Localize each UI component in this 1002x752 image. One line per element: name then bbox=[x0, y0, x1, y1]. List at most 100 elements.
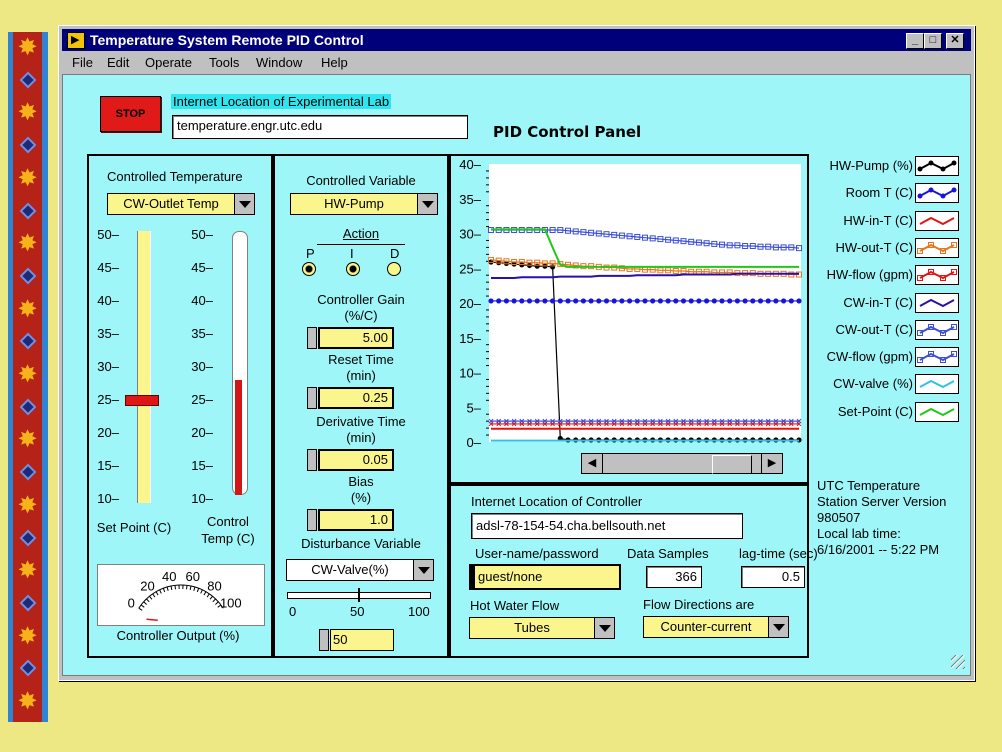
diamond-ornament-icon bbox=[13, 461, 42, 483]
legend-item[interactable]: Room T (C) bbox=[811, 181, 961, 207]
legend-item[interactable]: HW-flow (gpm) bbox=[811, 263, 961, 289]
chart-data-point bbox=[727, 298, 733, 304]
chart-data-point bbox=[788, 298, 794, 304]
menu-help[interactable]: Help bbox=[321, 55, 348, 70]
bias-stepper[interactable] bbox=[307, 509, 317, 531]
legend-item[interactable]: CW-out-T (C) bbox=[811, 318, 961, 344]
control-temp-tick-label: 35– bbox=[191, 326, 213, 341]
controller-output-meter: 0 20 40 60 80 100 bbox=[97, 564, 265, 626]
disturbance-slider-thumb[interactable] bbox=[358, 588, 360, 602]
legend-item-label: HW-Pump (%) bbox=[829, 158, 913, 173]
reset-time-input[interactable]: 0.25 bbox=[318, 387, 394, 409]
legend-swatch-icon bbox=[915, 292, 959, 313]
legend-item-label: CW-in-T (C) bbox=[843, 294, 913, 310]
legend-swatch-icon bbox=[915, 401, 959, 422]
controlled-variable-label: Controlled Variable bbox=[306, 173, 416, 188]
chart-section: 40– 35– 30– 25– 20– 15– 10– 5– 0– ◀ ▶ bbox=[449, 154, 809, 484]
resize-grip-icon[interactable] bbox=[951, 655, 965, 669]
action-i-toggle[interactable] bbox=[346, 262, 360, 276]
controlled-variable-select[interactable]: HW-Pump bbox=[290, 193, 438, 215]
gain-stepper[interactable] bbox=[307, 327, 317, 349]
chevron-down-icon[interactable] bbox=[594, 618, 614, 638]
meter-minor-tick bbox=[206, 593, 210, 598]
diamond-ornament-icon bbox=[13, 69, 42, 91]
legend-item[interactable]: HW-Pump (%) bbox=[811, 154, 961, 180]
disturbance-variable-select[interactable]: CW-Valve(%) bbox=[286, 559, 434, 581]
hot-water-flow-select[interactable]: Tubes bbox=[469, 617, 615, 639]
action-p-toggle[interactable] bbox=[302, 262, 316, 276]
controller-gain-unit: (%/C) bbox=[344, 308, 378, 323]
set-point-tick-label: 15– bbox=[97, 458, 119, 473]
chart-y-tick-label: 40– bbox=[459, 157, 481, 172]
chart-data-point bbox=[673, 298, 679, 304]
chart-y-tick-label: 35– bbox=[459, 192, 481, 207]
set-point-slider-thumb[interactable] bbox=[125, 395, 159, 406]
minimize-button[interactable]: _ bbox=[906, 33, 924, 49]
derivative-stepper[interactable] bbox=[307, 449, 317, 471]
legend-item[interactable]: HW-out-T (C) bbox=[811, 236, 961, 262]
legend-swatch-icon bbox=[915, 347, 959, 368]
maximize-button[interactable]: □ bbox=[924, 33, 942, 49]
lag-time-field[interactable]: 0.5 bbox=[741, 566, 805, 588]
chevron-down-icon[interactable] bbox=[413, 560, 433, 580]
decorative-ornament-column: ✸ ✸ ✸ ✸ ✸ ✸ ✸ ✸ ✸ ✸ ✸ bbox=[13, 32, 42, 722]
chart-data-point bbox=[557, 298, 563, 304]
meter-minor-tick bbox=[203, 591, 207, 596]
chart-data-point bbox=[496, 298, 502, 304]
stop-button[interactable]: STOP bbox=[100, 96, 161, 132]
set-point-tick-label: 10– bbox=[97, 491, 119, 506]
meter-tick-label: 0 bbox=[128, 595, 135, 610]
chart-data-point bbox=[711, 298, 717, 304]
menu-file[interactable]: File bbox=[72, 55, 93, 70]
legend-item-label: HW-flow (gpm) bbox=[826, 267, 913, 283]
bias-input[interactable]: 1.0 bbox=[318, 509, 394, 531]
diamond-ornament-icon bbox=[13, 200, 42, 222]
chevron-down-icon[interactable] bbox=[417, 194, 437, 214]
lab-location-label: Internet Location of Experimental Lab bbox=[171, 94, 392, 109]
menu-edit[interactable]: Edit bbox=[107, 55, 129, 70]
reset-stepper[interactable] bbox=[307, 387, 317, 409]
set-point-slider-track[interactable] bbox=[137, 231, 151, 503]
legend-item[interactable]: CW-valve (%) bbox=[811, 372, 961, 398]
disturbance-numeric-input[interactable]: 50 bbox=[330, 629, 394, 651]
chart-data-point bbox=[642, 298, 648, 304]
chart-data-point bbox=[765, 298, 771, 304]
legend-item[interactable]: HW-in-T (C) bbox=[811, 209, 961, 235]
menu-window[interactable]: Window bbox=[256, 55, 302, 70]
user-password-field[interactable]: guest/none bbox=[469, 564, 621, 590]
derivative-time-input[interactable]: 0.05 bbox=[318, 449, 394, 471]
meter-tick-label: 100 bbox=[220, 595, 242, 610]
legend-item[interactable]: CW-flow (gpm) bbox=[811, 345, 961, 371]
chart-scrollbar[interactable]: ◀ ▶ bbox=[581, 453, 783, 474]
meter-minor-tick bbox=[215, 601, 219, 605]
remote-section: Internet Location of Controller adsl-78-… bbox=[449, 484, 818, 658]
chevron-down-icon[interactable] bbox=[768, 617, 788, 637]
chart-data-point bbox=[588, 298, 594, 304]
meter-minor-tick bbox=[143, 601, 147, 605]
close-button[interactable]: ✕ bbox=[946, 33, 964, 49]
chart-data-point bbox=[627, 298, 633, 304]
action-d-toggle[interactable] bbox=[387, 262, 401, 276]
menu-operate[interactable]: Operate bbox=[145, 55, 192, 70]
scroll-thumb[interactable] bbox=[712, 455, 752, 474]
legend-item[interactable]: Set-Point (C) bbox=[811, 400, 961, 426]
controller-gain-input[interactable]: 5.00 bbox=[318, 327, 394, 349]
legend-item[interactable]: CW-in-T (C) bbox=[811, 291, 961, 317]
disturbance-stepper[interactable] bbox=[319, 629, 329, 651]
menu-bar: File Edit Operate Tools Window Help bbox=[62, 52, 971, 72]
controller-location-field[interactable]: adsl-78-154-54.cha.bellsouth.net bbox=[471, 513, 743, 539]
data-samples-field[interactable]: 366 bbox=[646, 566, 702, 588]
info-line-3: 980507 bbox=[817, 510, 861, 525]
flow-direction-label: Flow Directions are bbox=[643, 597, 755, 612]
chevron-down-icon[interactable] bbox=[234, 194, 254, 214]
menu-tools[interactable]: Tools bbox=[209, 55, 239, 70]
controlled-temperature-select[interactable]: CW-Outlet Temp bbox=[107, 193, 255, 215]
flow-direction-select[interactable]: Counter-current bbox=[643, 616, 789, 638]
scroll-right-button[interactable]: ▶ bbox=[761, 454, 782, 473]
lab-location-field[interactable]: temperature.engr.utc.edu bbox=[172, 115, 468, 139]
chart-data-point bbox=[750, 298, 756, 304]
scroll-left-button[interactable]: ◀ bbox=[582, 454, 603, 473]
set-point-tick-label: 50– bbox=[97, 227, 119, 242]
control-temp-tick-label: 40– bbox=[191, 293, 213, 308]
chart-legend: HW-Pump (%) Room T (C) HW-in-T (C) HW-out-T… bbox=[811, 154, 961, 424]
